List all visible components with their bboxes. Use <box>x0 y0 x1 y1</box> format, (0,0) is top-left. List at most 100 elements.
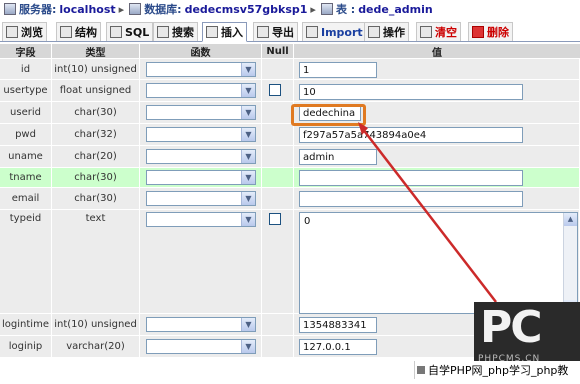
structure-icon <box>60 26 72 38</box>
value-input[interactable]: 1354883341 <box>299 317 377 333</box>
database-icon <box>129 3 142 15</box>
scrollbar[interactable]: ▲ ▼ <box>563 213 577 313</box>
table-row: uname char(20) ▼ admin <box>0 146 580 168</box>
table-link[interactable]: dede_admin <box>358 3 433 16</box>
chevron-down-icon: ▼ <box>241 213 255 226</box>
field-name: uname <box>0 146 52 168</box>
sql-icon <box>110 26 122 38</box>
site-icon <box>417 366 425 374</box>
tab-label: 插入 <box>221 26 243 39</box>
null-cell <box>262 188 294 210</box>
tab-search[interactable]: 搜索 <box>153 22 198 41</box>
database-label: 数据库: <box>144 3 182 16</box>
field-type: int(10) unsigned <box>52 59 140 80</box>
export-icon <box>257 26 269 38</box>
null-cell <box>262 336 294 358</box>
column-header-type: 类型 <box>52 44 140 59</box>
column-header-function: 函数 <box>140 44 262 59</box>
function-select[interactable]: ▼ <box>146 170 256 185</box>
tab-import[interactable]: Import <box>302 22 367 41</box>
search-icon <box>157 26 169 38</box>
field-name: id <box>0 59 52 80</box>
breadcrumb-separator: ▸ <box>310 2 316 16</box>
table-label: 表 : <box>335 3 356 16</box>
function-select[interactable]: ▼ <box>146 339 256 354</box>
null-checkbox[interactable] <box>269 84 281 96</box>
field-name: tname <box>0 168 52 188</box>
function-select[interactable]: ▼ <box>146 212 256 227</box>
field-type: char(30) <box>52 188 140 210</box>
value-input[interactable]: f297a57a5a743894a0e4 <box>299 127 523 143</box>
column-header-value: 值 <box>294 44 580 59</box>
watermark-footer: 自学PHP网_php学习_php教 <box>414 361 580 379</box>
chevron-down-icon: ▼ <box>241 340 255 353</box>
chevron-down-icon: ▼ <box>241 128 255 141</box>
database-link[interactable]: dedecmsv57gbksp1 <box>185 3 308 16</box>
value-input[interactable]: 10 <box>299 84 523 100</box>
tab-insert[interactable]: 插入 <box>202 22 247 42</box>
value-textarea[interactable]: 0 ▲ ▼ <box>299 212 578 314</box>
null-checkbox[interactable] <box>269 213 281 225</box>
tab-sql[interactable]: SQL <box>106 22 154 41</box>
field-name: userid <box>0 102 52 124</box>
tab-drop[interactable]: 删除 <box>468 22 513 41</box>
null-cell <box>262 102 294 124</box>
function-select[interactable]: ▼ <box>146 62 256 77</box>
watermark-logo: PC PHPCMS.CN <box>474 302 580 366</box>
tab-label: Import <box>321 25 363 39</box>
field-type: text <box>52 210 140 314</box>
delete-icon <box>472 26 484 38</box>
import-icon <box>306 26 318 38</box>
field-type: float unsigned <box>52 80 140 102</box>
column-header-null: Null <box>262 44 294 58</box>
table-row: id int(10) unsigned ▼ 1 <box>0 59 580 80</box>
function-select[interactable]: ▼ <box>146 149 256 164</box>
tab-label: 清空 <box>435 26 457 39</box>
tab-label: 操作 <box>383 26 405 39</box>
function-select[interactable]: ▼ <box>146 127 256 142</box>
tab-browse[interactable]: 浏览 <box>2 22 47 41</box>
tab-operations[interactable]: 操作 <box>364 22 409 41</box>
chevron-down-icon: ▼ <box>241 192 255 205</box>
chevron-down-icon: ▼ <box>241 318 255 331</box>
value-input[interactable] <box>299 170 523 186</box>
null-cell <box>262 146 294 168</box>
tab-label: SQL <box>125 25 150 39</box>
field-type: varchar(20) <box>52 336 140 358</box>
field-name: loginip <box>0 336 52 358</box>
tab-export[interactable]: 导出 <box>253 22 298 41</box>
breadcrumb: 服务器: localhost ▸ 数据库: dedecmsv57gbksp1 ▸… <box>0 0 580 18</box>
scroll-up-icon[interactable]: ▲ <box>564 213 577 226</box>
field-name: logintime <box>0 314 52 336</box>
field-type: char(32) <box>52 124 140 146</box>
value-input[interactable] <box>299 191 523 207</box>
tab-empty[interactable]: 清空 <box>416 22 461 41</box>
breadcrumb-separator: ▸ <box>118 2 125 16</box>
tab-bar: 浏览 结构 SQL 搜索 插入 导出 Import 操作 清空 删除 <box>0 20 580 42</box>
chevron-down-icon: ▼ <box>241 63 255 76</box>
empty-icon <box>420 26 432 38</box>
field-name: email <box>0 188 52 210</box>
server-icon <box>4 3 16 15</box>
function-select[interactable]: ▼ <box>146 105 256 120</box>
server-link[interactable]: localhost <box>59 3 115 16</box>
table-row: tname char(30) ▼ <box>0 168 580 188</box>
tab-label: 删除 <box>487 26 509 39</box>
value-input[interactable]: 127.0.0.1 <box>299 339 377 355</box>
chevron-down-icon: ▼ <box>241 84 255 97</box>
function-select[interactable]: ▼ <box>146 317 256 332</box>
tab-structure[interactable]: 结构 <box>56 22 101 41</box>
field-type: char(30) <box>52 168 140 188</box>
chevron-down-icon: ▼ <box>241 150 255 163</box>
wrench-icon <box>368 26 380 38</box>
tab-label: 浏览 <box>21 26 43 39</box>
footer-text: 自学PHP网_php学习_php教 <box>428 364 569 377</box>
function-select[interactable]: ▼ <box>146 191 256 206</box>
null-cell <box>262 314 294 336</box>
null-cell <box>262 124 294 146</box>
value-input[interactable]: admin <box>299 149 377 165</box>
field-name: typeid <box>0 210 52 314</box>
value-input[interactable]: 1 <box>299 62 377 78</box>
logo-text: PC <box>480 302 543 353</box>
function-select[interactable]: ▼ <box>146 83 256 98</box>
